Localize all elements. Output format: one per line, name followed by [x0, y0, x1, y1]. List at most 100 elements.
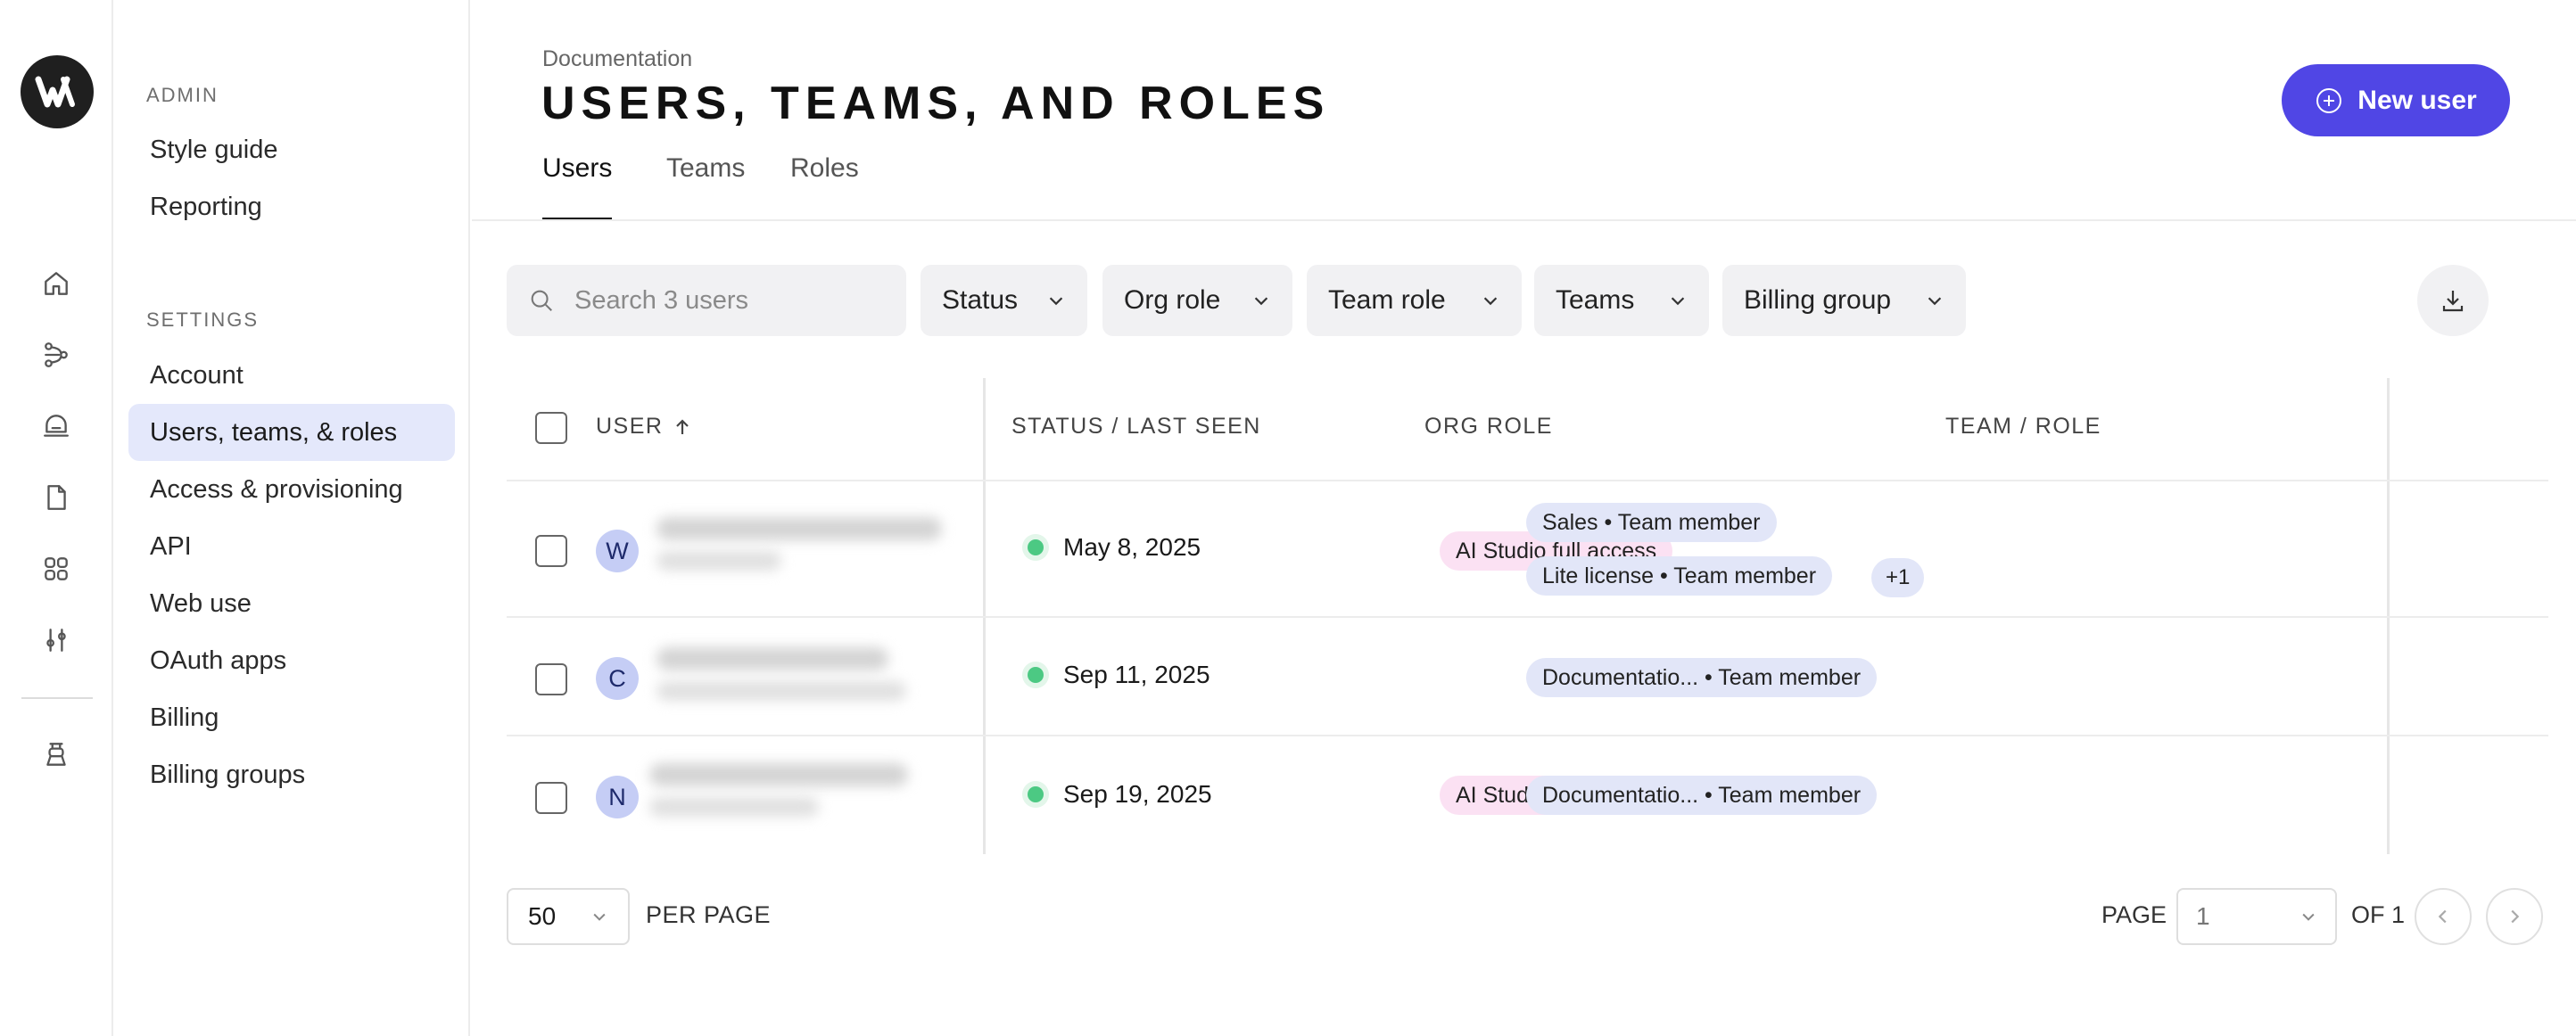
settings-section-label: SETTINGS [146, 308, 260, 331]
sidebar-item-users-teams-roles[interactable]: Users, teams, & roles [128, 404, 455, 461]
team-role-pill: Sales • Team member [1526, 503, 1777, 542]
avatar: N [596, 776, 639, 818]
sidebar-item-reporting[interactable]: Reporting [128, 178, 455, 235]
tab-roles[interactable]: Roles [790, 153, 859, 221]
online-status-dot [1028, 539, 1044, 555]
chevron-down-icon [2302, 913, 2315, 921]
row-divider [507, 616, 2548, 618]
admin-section-label: ADMIN [146, 84, 219, 106]
per-page-select[interactable]: 50 [507, 888, 630, 945]
redacted-user-info[interactable] [656, 512, 951, 583]
users-table: USER STATUS / LAST SEEN ORG ROLE TEAM / … [507, 378, 2548, 854]
page-value: 1 [2196, 902, 2210, 930]
row-checkbox[interactable] [535, 663, 567, 695]
icon-rail [0, 0, 113, 1036]
rail-divider [21, 697, 93, 699]
new-user-button[interactable]: New user [2282, 64, 2510, 136]
new-user-label: New user [2357, 85, 2477, 115]
chevron-left-icon [2438, 909, 2447, 924]
team-role-pill: Documentatio... • Team member [1526, 658, 1878, 697]
sidebar-item-billing[interactable]: Billing [128, 689, 455, 746]
page-count-label: OF 1 [2351, 901, 2406, 928]
redacted-user-info[interactable] [649, 758, 944, 829]
org-role-filter[interactable]: Org role [1102, 265, 1292, 336]
download-button[interactable] [2417, 265, 2489, 336]
per-page-label: PER PAGE [646, 901, 772, 928]
chevron-down-icon [1049, 297, 1063, 306]
sort-ascending-icon [676, 418, 689, 434]
tab-teams[interactable]: Teams [666, 153, 745, 221]
sidebar-item-access-provisioning[interactable]: Access & provisioning [128, 461, 455, 518]
chevron-right-icon [2511, 909, 2520, 924]
per-page-value: 50 [528, 902, 557, 930]
teams-filter[interactable]: Teams [1534, 265, 1709, 336]
page-select[interactable]: 1 [2176, 888, 2337, 945]
assistant-icon[interactable] [38, 408, 74, 444]
tabs-divider [472, 219, 2576, 221]
select-all-checkbox[interactable] [535, 412, 567, 444]
teams-filter-label: Teams [1556, 285, 1635, 315]
column-header-user[interactable]: USER [596, 414, 693, 440]
billing-group-filter[interactable]: Billing group [1722, 265, 1966, 336]
chevron-down-icon [1928, 297, 1942, 306]
more-teams-pill[interactable]: +1 [1871, 558, 1925, 597]
row-divider [507, 480, 2548, 481]
sidebar-item-account[interactable]: Account [128, 347, 455, 404]
status-filter[interactable]: Status [921, 265, 1087, 336]
chevron-down-icon [1671, 297, 1685, 306]
last-seen-date: Sep 11, 2025 [1063, 661, 1210, 688]
settings-sidebar: ADMIN Style guide Reporting SETTINGS Acc… [113, 0, 470, 1036]
team-role-filter[interactable]: Team role [1307, 265, 1522, 336]
billing-group-filter-label: Billing group [1744, 285, 1892, 315]
chevron-down-icon [1483, 297, 1498, 306]
online-status-dot [1028, 667, 1044, 683]
sliders-icon[interactable] [38, 622, 74, 658]
user-status: May 8, 2025 [1028, 533, 1201, 562]
sidebar-item-style-guide[interactable]: Style guide [128, 121, 455, 178]
team-role-pill: Documentatio... • Team member [1526, 776, 1878, 815]
online-status-dot [1028, 786, 1044, 802]
column-header-team-role[interactable]: TEAM / ROLE [1945, 414, 2101, 440]
home-icon[interactable] [38, 266, 74, 301]
user-status: Sep 19, 2025 [1028, 780, 1212, 809]
last-seen-date: Sep 19, 2025 [1063, 780, 1212, 808]
plus-circle-icon [2316, 87, 2342, 113]
workflow-icon[interactable] [38, 337, 74, 373]
sidebar-item-api[interactable]: API [128, 518, 455, 575]
team-role-filter-label: Team role [1328, 285, 1446, 315]
org-role-filter-label: Org role [1124, 285, 1221, 315]
avatar: C [596, 657, 639, 700]
team-role-pill: Lite license • Team member [1526, 556, 1833, 596]
search-box[interactable] [507, 265, 906, 336]
download-icon [2442, 291, 2464, 312]
breadcrumb[interactable]: Documentation [542, 46, 692, 72]
column-header-status[interactable]: STATUS / LAST SEEN [1011, 414, 1261, 440]
chevron-down-icon [593, 913, 606, 921]
search-icon [531, 290, 552, 311]
last-seen-date: May 8, 2025 [1063, 533, 1201, 561]
status-filter-label: Status [942, 285, 1019, 315]
next-page-button[interactable] [2486, 888, 2543, 945]
page-title: USERS, TEAMS, AND ROLES [541, 78, 1331, 129]
page-label: PAGE [2101, 901, 2167, 928]
main-content: Documentation USERS, TEAMS, AND ROLES Ne… [472, 0, 2576, 1036]
column-header-user-label: USER [596, 414, 664, 439]
search-input[interactable] [574, 285, 896, 316]
user-status: Sep 11, 2025 [1028, 661, 1210, 689]
redacted-user-info[interactable] [656, 642, 951, 713]
sidebar-item-billing-groups[interactable]: Billing groups [128, 746, 455, 803]
column-header-org-role[interactable]: ORG ROLE [1424, 414, 1553, 440]
chevron-down-icon [1254, 297, 1268, 306]
document-icon[interactable] [38, 480, 74, 515]
sidebar-item-web-use[interactable]: Web use [128, 575, 455, 632]
row-checkbox[interactable] [535, 782, 567, 814]
row-checkbox[interactable] [535, 535, 567, 567]
previous-page-button[interactable] [2415, 888, 2472, 945]
logo-mark-icon [35, 76, 75, 108]
tab-users[interactable]: Users [542, 153, 613, 221]
apps-icon[interactable] [38, 551, 74, 587]
sidebar-item-oauth-apps[interactable]: OAuth apps [128, 632, 455, 689]
avatar: W [596, 530, 639, 572]
agent-icon[interactable] [38, 736, 74, 772]
workspace-logo[interactable] [21, 55, 94, 128]
